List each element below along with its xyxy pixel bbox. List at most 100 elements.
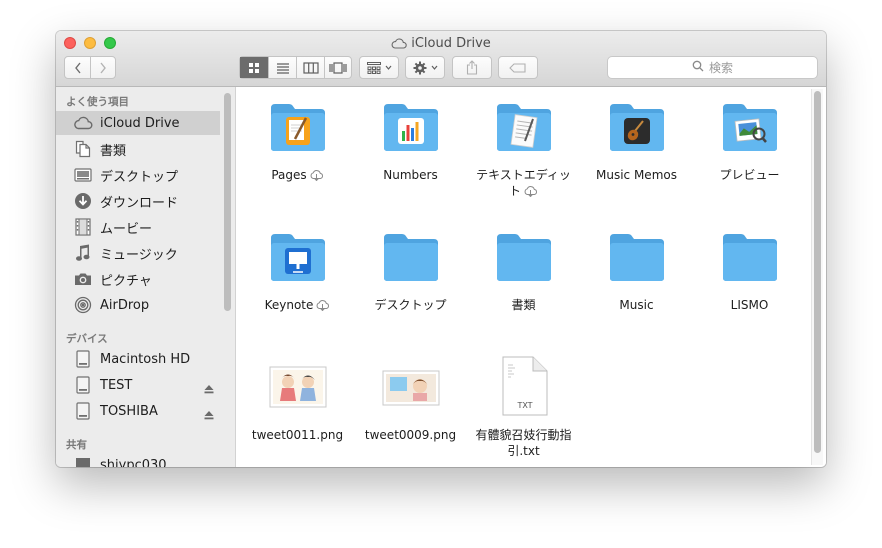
camera-icon (72, 269, 94, 289)
gear-icon (413, 61, 427, 75)
column-view-button[interactable] (296, 57, 324, 78)
file-item-pages[interactable]: Pages (241, 87, 354, 197)
search-field[interactable]: 検索 (607, 56, 818, 79)
sidebar-item-downloads[interactable]: ダウンロード (56, 189, 220, 213)
sidebar-item-music[interactable]: ミュージック (56, 241, 220, 265)
file-name: 有體貌召妓行動指 引.txt (475, 428, 572, 458)
network-computer-icon (72, 455, 94, 467)
file-name: Music (619, 298, 654, 312)
file-name: Pages (237, 167, 358, 183)
file-grid: Pages Numbers テキストエディット Music Memos プレビュ… (236, 87, 826, 467)
file-name: 書類 (511, 298, 536, 312)
folder-icon (608, 231, 666, 283)
file-item-numbers[interactable]: Numbers (354, 87, 467, 197)
file-item-tweet0011[interactable]: tweet0011.png (241, 347, 354, 467)
hard-drive-icon (72, 349, 94, 369)
tag-button[interactable] (498, 56, 538, 79)
folder-icon (495, 231, 553, 283)
chevron-left-icon (74, 62, 82, 74)
sidebar: よく使う項目 iCloud Drive 書類 デスクトップ ダウンロード ムービ… (56, 87, 236, 467)
scrollbar-thumb[interactable] (814, 91, 821, 453)
chevron-down-icon (385, 65, 392, 70)
file-item-music-memos[interactable]: Music Memos (580, 87, 693, 197)
music-memos-folder-icon (608, 101, 666, 153)
sidebar-item-macintosh-hd[interactable]: Macintosh HD (56, 347, 220, 371)
file-name: テキストエディット (476, 168, 571, 198)
sidebar-scrollbar[interactable] (224, 93, 231, 311)
file-item-music[interactable]: Music (580, 217, 693, 327)
devices-header: デバイス (66, 333, 108, 345)
image-thumbnail-icon (382, 361, 440, 413)
text-document-icon: TXT (495, 355, 553, 417)
file-name: Keynote (237, 297, 358, 313)
icon-view-button[interactable] (240, 57, 268, 78)
airdrop-icon (72, 295, 94, 315)
file-item-desktop[interactable]: デスクトップ (354, 217, 467, 327)
sidebar-item-documents[interactable]: 書類 (56, 137, 220, 161)
sidebar-item-desktop[interactable]: デスクトップ (56, 163, 220, 187)
sidebar-item-pictures[interactable]: ピクチャ (56, 267, 220, 291)
desktop-icon (72, 165, 94, 185)
image-thumbnail-icon (269, 361, 327, 413)
sidebar-item-toshiba[interactable]: TOSHIBA (56, 399, 220, 423)
list-view-button[interactable] (268, 57, 296, 78)
sidebar-item-airdrop[interactable]: AirDrop (56, 293, 220, 317)
file-name: プレビュー (719, 168, 780, 182)
file-item-keynote[interactable]: Keynote (241, 217, 354, 327)
cloud-icon (391, 37, 407, 49)
pages-folder-icon (269, 101, 327, 153)
arrange-button[interactable] (359, 56, 399, 79)
back-button[interactable] (65, 57, 90, 78)
file-name: LISMO (730, 298, 769, 312)
window-title-text: iCloud Drive (411, 35, 491, 51)
music-note-icon (72, 243, 94, 263)
eject-icon[interactable] (204, 405, 214, 424)
drive-icon (72, 375, 94, 395)
action-button[interactable] (405, 56, 445, 79)
download-icon (72, 191, 94, 211)
icloud-download-icon[interactable] (315, 300, 330, 311)
file-item-text-document[interactable]: TXT 有體貌召妓行動指 引.txt (467, 347, 580, 467)
list-view-icon (276, 62, 290, 74)
doc-type-label: TXT (516, 401, 532, 410)
folder-icon (721, 231, 779, 283)
file-item-preview[interactable]: プレビュー (693, 87, 806, 197)
share-icon (466, 60, 478, 75)
file-name: デスクトップ (374, 298, 447, 312)
search-placeholder: 検索 (708, 61, 733, 75)
forward-button[interactable] (90, 57, 115, 78)
content-scrollbar[interactable] (811, 89, 823, 465)
cloud-icon (72, 113, 94, 133)
file-item-tweet0009[interactable]: tweet0009.png (354, 347, 467, 467)
file-item-lismo[interactable]: LISMO (693, 217, 806, 327)
icloud-download-icon[interactable] (523, 186, 538, 197)
window-title: iCloud Drive (56, 35, 826, 51)
file-item-documents[interactable]: 書類 (467, 217, 580, 327)
view-mode-control (239, 56, 352, 79)
arrange-grid-icon (366, 61, 381, 74)
cover-flow-view-icon (329, 61, 347, 74)
sidebar-item-test[interactable]: TEST (56, 373, 220, 397)
drive-icon (72, 401, 94, 421)
documents-icon (72, 139, 94, 159)
title-bar: iCloud Drive 検索 (56, 31, 826, 87)
sidebar-item-movies[interactable]: ムービー (56, 215, 220, 239)
folder-icon (382, 231, 440, 283)
cover-flow-view-button[interactable] (324, 57, 351, 78)
textedit-folder-icon (495, 101, 553, 153)
shared-header: 共有 (66, 439, 87, 451)
favorites-header: よく使う項目 (66, 96, 129, 108)
file-item-textedit[interactable]: テキストエディット (467, 87, 580, 198)
file-name: tweet0011.png (251, 428, 344, 442)
eject-icon[interactable] (204, 379, 214, 398)
navigation-buttons (64, 56, 116, 79)
column-view-icon (302, 61, 319, 74)
finder-window: iCloud Drive 検索 よく使う項目 iCloud Drive 書類 デ… (56, 31, 826, 467)
sidebar-item-shiypc030[interactable]: shiypc030 (56, 453, 220, 467)
keynote-folder-icon (269, 231, 327, 283)
share-button[interactable] (452, 56, 492, 79)
icon-view-icon (248, 62, 260, 74)
sidebar-item-icloud-drive[interactable]: iCloud Drive (56, 111, 220, 135)
file-name: Music Memos (596, 168, 677, 182)
icloud-download-icon[interactable] (309, 170, 324, 181)
